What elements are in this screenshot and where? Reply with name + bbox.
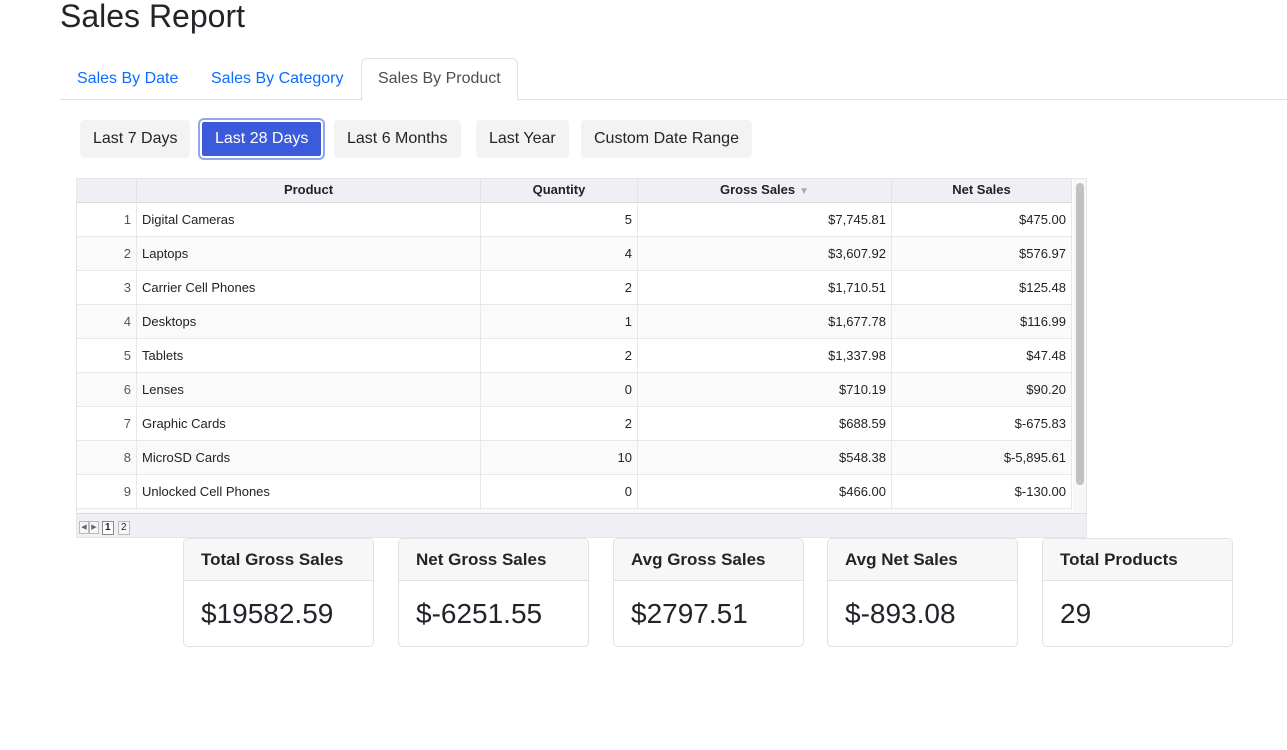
- gross-sales-cell: $466.00: [638, 475, 892, 508]
- table-row[interactable]: 2 Laptops 4 $3,607.92 $576.97: [77, 237, 1072, 271]
- gross-sales-cell: $710.19: [638, 373, 892, 406]
- column-header-net-sales[interactable]: Net Sales: [892, 179, 1072, 203]
- table-row[interactable]: 3 Carrier Cell Phones 2 $1,710.51 $125.4…: [77, 271, 1072, 305]
- product-cell: Desktops: [137, 305, 481, 338]
- net-gross-sales-card: Net Gross Sales $-6251.55: [398, 538, 589, 647]
- column-header-label: Product: [283, 182, 334, 197]
- triangle-right-icon[interactable]: ▶: [89, 521, 99, 534]
- quantity-cell: 2: [481, 339, 638, 372]
- row-number: 8: [77, 441, 137, 474]
- quantity-cell: 1: [481, 305, 638, 338]
- row-number: 6: [77, 373, 137, 406]
- quantity-cell: 0: [481, 475, 638, 508]
- sort-descending-icon: ▼: [799, 186, 810, 197]
- range-last-year-button[interactable]: Last Year: [476, 120, 569, 158]
- card-value: 29: [1060, 598, 1092, 629]
- row-number-header: [77, 179, 137, 203]
- column-header-label: Gross Sales: [719, 182, 796, 197]
- total-gross-sales-card: Total Gross Sales $19582.59: [183, 538, 374, 647]
- scrollbar-thumb[interactable]: [1076, 183, 1084, 485]
- net-sales-cell: $116.99: [892, 305, 1072, 338]
- card-value: $-6251.55: [416, 598, 543, 629]
- row-number: 1: [77, 203, 137, 236]
- net-sales-cell: $475.00: [892, 203, 1072, 236]
- table-row[interactable]: 4 Desktops 1 $1,677.78 $116.99: [77, 305, 1072, 339]
- row-number: 7: [77, 407, 137, 440]
- tab-sales-by-category[interactable]: Sales By Category: [195, 58, 360, 100]
- quantity-cell: 2: [481, 271, 638, 304]
- card-value: $-893.08: [845, 598, 956, 629]
- table-row[interactable]: 9 Unlocked Cell Phones 0 $466.00 $-130.0…: [77, 475, 1072, 509]
- row-number: 2: [77, 237, 137, 270]
- column-header-label: Quantity: [532, 182, 586, 197]
- page-2-button[interactable]: 2: [118, 521, 130, 535]
- column-header-product[interactable]: Product: [137, 179, 481, 203]
- table-row[interactable]: 8 MicroSD Cards 10 $548.38 $-5,895.61: [77, 441, 1072, 475]
- gross-sales-cell: $1,337.98: [638, 339, 892, 372]
- card-title: Total Products: [1043, 539, 1232, 581]
- tab-sales-by-product[interactable]: Sales By Product: [361, 58, 518, 101]
- quantity-cell: 10: [481, 441, 638, 474]
- vertical-scrollbar[interactable]: [1073, 179, 1086, 513]
- net-sales-cell: $47.48: [892, 339, 1072, 372]
- row-number: 3: [77, 271, 137, 304]
- avg-net-sales-card: Avg Net Sales $-893.08: [827, 538, 1018, 647]
- range-last-6-months-button[interactable]: Last 6 Months: [334, 120, 461, 158]
- net-sales-cell: $-130.00: [892, 475, 1072, 508]
- gross-sales-cell: $1,710.51: [638, 271, 892, 304]
- table-row[interactable]: 1 Digital Cameras 5 $7,745.81 $475.00: [77, 203, 1072, 237]
- row-number: 5: [77, 339, 137, 372]
- report-tabs: Sales By Date Sales By Category Sales By…: [60, 58, 1287, 101]
- table-row[interactable]: 7 Graphic Cards 2 $688.59 $-675.83: [77, 407, 1072, 441]
- range-last-28-days-button[interactable]: Last 28 Days: [200, 120, 324, 158]
- gross-sales-cell: $3,607.92: [638, 237, 892, 270]
- card-title: Avg Net Sales: [828, 539, 1017, 581]
- card-title: Net Gross Sales: [399, 539, 588, 581]
- product-cell: Tablets: [137, 339, 481, 372]
- page-title: Sales Report: [60, 0, 245, 34]
- column-header-gross-sales[interactable]: Gross Sales ▼: [638, 179, 892, 203]
- product-cell: Digital Cameras: [137, 203, 481, 236]
- range-last-7-days-button[interactable]: Last 7 Days: [80, 120, 191, 158]
- range-custom-date-button[interactable]: Custom Date Range: [581, 120, 752, 158]
- total-products-card: Total Products 29: [1042, 538, 1233, 647]
- column-header-label: Net Sales: [952, 182, 1011, 197]
- gross-sales-cell: $548.38: [638, 441, 892, 474]
- page-1-button[interactable]: 1: [102, 521, 114, 535]
- net-sales-cell: $125.48: [892, 271, 1072, 304]
- table-row[interactable]: 5 Tablets 2 $1,337.98 $47.48: [77, 339, 1072, 373]
- row-number: 9: [77, 475, 137, 508]
- quantity-cell: 2: [481, 407, 638, 440]
- column-header-quantity[interactable]: Quantity: [481, 179, 638, 203]
- product-cell: Carrier Cell Phones: [137, 271, 481, 304]
- product-cell: MicroSD Cards: [137, 441, 481, 474]
- card-title: Avg Gross Sales: [614, 539, 803, 581]
- gross-sales-cell: $7,745.81: [638, 203, 892, 236]
- triangle-left-icon[interactable]: ◀: [79, 521, 89, 534]
- quantity-cell: 5: [481, 203, 638, 236]
- product-cell: Lenses: [137, 373, 481, 406]
- avg-gross-sales-card: Avg Gross Sales $2797.51: [613, 538, 804, 647]
- net-sales-cell: $576.97: [892, 237, 1072, 270]
- product-cell: Graphic Cards: [137, 407, 481, 440]
- tab-sales-by-date[interactable]: Sales By Date: [61, 58, 194, 100]
- product-cell: Laptops: [137, 237, 481, 270]
- net-sales-cell: $90.20: [892, 373, 1072, 406]
- card-value: $2797.51: [631, 598, 748, 629]
- grid-header: Product Quantity Gross Sales ▼ Net Sales: [77, 179, 1072, 203]
- sales-by-product-grid: Product Quantity Gross Sales ▼ Net Sales …: [76, 178, 1087, 538]
- net-sales-cell: $-5,895.61: [892, 441, 1072, 474]
- grid-pager: ◀ ▶ 1 2: [77, 513, 1086, 537]
- gross-sales-cell: $688.59: [638, 407, 892, 440]
- card-title: Total Gross Sales: [184, 539, 373, 581]
- gross-sales-cell: $1,677.78: [638, 305, 892, 338]
- card-value: $19582.59: [201, 598, 334, 629]
- net-sales-cell: $-675.83: [892, 407, 1072, 440]
- grid-body: 1 Digital Cameras 5 $7,745.81 $475.00 2 …: [77, 203, 1072, 513]
- product-cell: Unlocked Cell Phones: [137, 475, 481, 508]
- row-number: 4: [77, 305, 137, 338]
- table-row[interactable]: 6 Lenses 0 $710.19 $90.20: [77, 373, 1072, 407]
- quantity-cell: 0: [481, 373, 638, 406]
- quantity-cell: 4: [481, 237, 638, 270]
